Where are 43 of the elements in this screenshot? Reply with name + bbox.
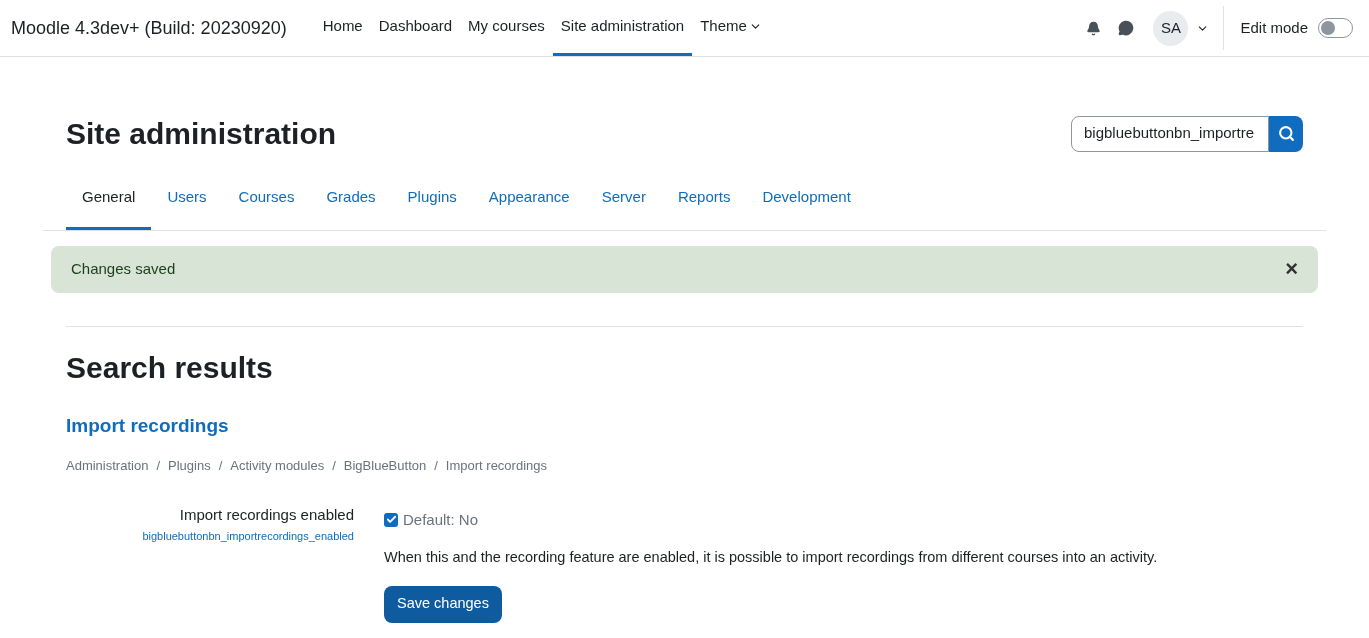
- section-link[interactable]: Import recordings: [66, 411, 1303, 440]
- nav-link[interactable]: Home: [314, 0, 371, 56]
- admin-tab[interactable]: Courses: [222, 176, 311, 230]
- breadcrumb-separator: /: [156, 457, 160, 475]
- breadcrumb-item[interactable]: Administration: [66, 456, 149, 476]
- setting-key: bigbluebuttonbn_importrecordings_enabled: [142, 528, 354, 545]
- bell-icon[interactable]: [1086, 20, 1102, 36]
- breadcrumb-item[interactable]: BigBlueButton: [343, 456, 427, 476]
- nav-link[interactable]: Site administration: [552, 0, 693, 56]
- admin-tab[interactable]: Server: [585, 176, 662, 230]
- nav-link[interactable]: My courses: [460, 0, 553, 56]
- alert-message: Changes saved: [71, 258, 176, 279]
- breadcrumb-item[interactable]: Activity modules: [230, 456, 325, 476]
- close-button[interactable]: ×: [1285, 258, 1298, 280]
- admin-tab[interactable]: General: [66, 176, 152, 230]
- breadcrumb-item[interactable]: Plugins: [168, 456, 211, 476]
- admin-tab[interactable]: Reports: [661, 176, 747, 230]
- site-name: Moodle 4.3dev+ (Build: 20230920): [11, 16, 287, 40]
- user-avatar[interactable]: SA: [1153, 10, 1189, 46]
- breadcrumb-separator: /: [434, 457, 438, 475]
- setting-label: Import recordings enabled: [179, 504, 354, 525]
- breadcrumb-separator: /: [332, 457, 336, 475]
- default-value: Default: No: [403, 509, 479, 530]
- chat-icon[interactable]: [1118, 20, 1135, 36]
- edit-mode-label: Edit mode: [1240, 17, 1308, 38]
- search-button[interactable]: [1269, 115, 1303, 152]
- nav-link[interactable]: Dashboard: [370, 0, 461, 56]
- breadcrumb-item[interactable]: Import recordings: [445, 456, 547, 476]
- admin-tab[interactable]: Plugins: [391, 176, 473, 230]
- setting-description: When this and the recording feature are enabled, it is possible to import recordings from different courses into an activity.: [384, 548, 1158, 567]
- section-heading: Search results: [66, 349, 274, 386]
- setting-checkbox[interactable]: [384, 512, 398, 527]
- admin-tab[interactable]: Development: [746, 176, 867, 230]
- edit-mode-toggle[interactable]: [1318, 18, 1353, 38]
- search-icon: [1277, 125, 1295, 142]
- admin-tab[interactable]: Grades: [310, 176, 392, 230]
- admin-tab[interactable]: Users: [151, 176, 223, 230]
- page-title: Site administration: [66, 116, 337, 152]
- breadcrumb-separator: /: [218, 457, 223, 475]
- admin-tab[interactable]: Appearance: [472, 176, 586, 230]
- nav-link[interactable]: Theme: [692, 0, 770, 56]
- search-field[interactable]: bigbluebuttonbn_importre: [1071, 115, 1269, 152]
- save-button[interactable]: Save changes: [384, 585, 502, 623]
